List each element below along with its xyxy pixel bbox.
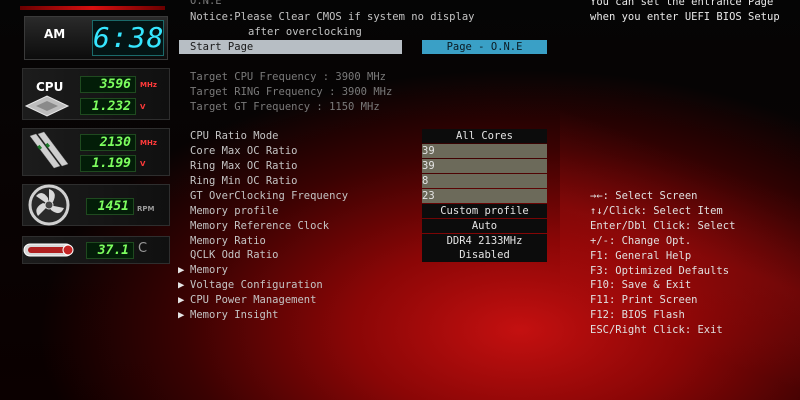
setting-label-ring-max-oc-ratio[interactable]: Ring Max OC Ratio xyxy=(190,159,297,173)
cpu-frequency-readout: 3596 xyxy=(80,76,136,93)
submenu-memory[interactable]: Memory xyxy=(190,263,228,277)
triangle-right-icon: ▶ xyxy=(178,309,185,321)
clock-display: 6:38 xyxy=(92,20,165,56)
notice-text: Notice:Please Clear CMOS if system no di… xyxy=(190,11,475,23)
item-help-line-1: You can set the entrance Page xyxy=(590,0,774,8)
target-ring-frequency: Target RING Frequency : 3900 MHz xyxy=(190,86,393,98)
cpu-frequency-unit: MHz xyxy=(140,81,157,89)
cpu-voltage-unit: V xyxy=(140,103,146,111)
memory-frequency-unit: MHz xyxy=(140,139,157,147)
submenu-voltage-configuration[interactable]: Voltage Configuration xyxy=(190,278,323,292)
target-cpu-frequency: Target CPU Frequency : 3900 MHz xyxy=(190,71,386,83)
setting-label-qclk-odd-ratio[interactable]: QCLK Odd Ratio xyxy=(190,248,279,262)
cpu-label: CPU xyxy=(36,80,64,94)
setting-label-ring-min-oc-ratio[interactable]: Ring Min OC Ratio xyxy=(190,174,297,188)
setting-label-memory-reference-clock[interactable]: Memory Reference Clock xyxy=(190,219,329,233)
help-key-select-item: ↑↓/Click: Select Item xyxy=(590,205,723,217)
help-key-bios-flash: F12: BIOS Flash xyxy=(590,309,685,321)
triangle-right-icon: ▶ xyxy=(178,264,185,276)
setting-label-gt-overclocking-frequency[interactable]: GT OverClocking Frequency xyxy=(190,189,348,203)
triangle-right-icon: ▶ xyxy=(178,279,185,291)
memory-voltage-readout: 1.199 xyxy=(80,155,136,172)
setting-label-cpu-ratio-mode[interactable]: CPU Ratio Mode xyxy=(190,129,279,143)
setting-input-core-max-oc-ratio[interactable]: 39 xyxy=(422,144,547,158)
start-page-label[interactable]: Start Page xyxy=(190,40,253,54)
hardware-monitor-panel: AM 6:38 CPU 3596 MHz 1.232 V 2130 MHz 1.… xyxy=(0,0,172,400)
fan-speed-readout: 1451 xyxy=(86,198,134,215)
setting-value-qclk-odd-ratio[interactable]: Disabled xyxy=(422,248,547,262)
setting-value-memory-profile[interactable]: Custom profile xyxy=(422,204,547,218)
target-gt-frequency: Target GT Frequency : 1150 MHz xyxy=(190,101,380,113)
memory-frequency-readout: 2130 xyxy=(80,134,136,151)
fan-speed-unit: RPM xyxy=(137,205,155,213)
triangle-right-icon: ▶ xyxy=(178,294,185,306)
submenu-cpu-power-management[interactable]: CPU Power Management xyxy=(190,293,316,307)
setting-input-ring-max-oc-ratio[interactable]: 39 xyxy=(422,159,547,173)
help-key-general-help: F1: General Help xyxy=(590,250,692,262)
memory-voltage-unit: V xyxy=(140,160,146,168)
setting-value-memory-reference-clock[interactable]: Auto xyxy=(422,219,547,233)
page-title: O.N.E xyxy=(190,0,222,7)
temperature-readout: 37.1 xyxy=(86,242,134,259)
notice-text-continued: after overclocking xyxy=(248,26,362,38)
setting-value-cpu-ratio-mode[interactable]: All Cores xyxy=(422,129,547,143)
fan-icon xyxy=(28,184,70,229)
setting-label-memory-ratio[interactable]: Memory Ratio xyxy=(190,234,266,248)
help-key-select: Enter/Dbl Click: Select xyxy=(590,220,736,232)
cpu-chip-icon xyxy=(22,94,72,121)
help-key-change-opt: +/-: Change Opt. xyxy=(590,235,692,247)
help-key-print-screen: F11: Print Screen xyxy=(590,294,698,306)
item-help-line-2: when you enter UEFI BIOS Setup xyxy=(590,11,780,23)
accent-bar xyxy=(20,6,165,10)
help-key-select-screen: →←: Select Screen xyxy=(590,190,698,202)
submenu-memory-insight[interactable]: Memory Insight xyxy=(190,308,279,322)
setting-input-gt-overclocking-frequency[interactable]: 23 xyxy=(422,189,547,203)
help-key-optimized-defaults: F3: Optimized Defaults xyxy=(590,265,730,277)
setting-label-memory-profile[interactable]: Memory profile xyxy=(190,204,279,218)
memory-module-icon xyxy=(26,128,72,177)
help-key-exit: ESC/Right Click: Exit xyxy=(590,324,723,336)
setting-input-ring-min-oc-ratio[interactable]: 8 xyxy=(422,174,547,188)
ampm-indicator: AM xyxy=(44,27,66,41)
setting-label-core-max-oc-ratio[interactable]: Core Max OC Ratio xyxy=(190,144,297,158)
help-key-save-exit: F10: Save & Exit xyxy=(590,279,692,291)
cpu-voltage-readout: 1.232 xyxy=(80,98,136,115)
setting-value-memory-ratio[interactable]: DDR4 2133MHz xyxy=(422,234,547,248)
thermometer-icon xyxy=(22,240,76,263)
temperature-unit: C xyxy=(138,241,148,256)
start-page-value[interactable]: Page - O.N.E xyxy=(422,40,547,54)
